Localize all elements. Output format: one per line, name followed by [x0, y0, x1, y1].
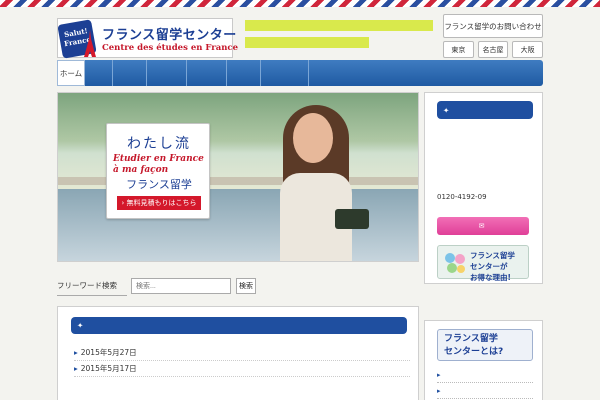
arrow-right-icon: ▸: [437, 386, 441, 395]
bubbles-icon: [445, 253, 465, 273]
sidebar-about-box: フランス留学 センターとは? ▸ ▸ ▸: [424, 320, 543, 400]
about-title: フランス留学 センターとは?: [437, 329, 533, 361]
hero-macaron-box: [335, 209, 369, 229]
hero-script: Etudier en France à ma façon: [113, 154, 204, 175]
about-link[interactable]: ▸: [437, 367, 533, 383]
about-links: ▸ ▸ ▸: [437, 367, 533, 400]
nav-item-3[interactable]: [147, 60, 187, 86]
counseling-button[interactable]: ✉: [437, 217, 529, 235]
search-bar: フリーワード検索 検索: [57, 276, 257, 296]
nav-item-2[interactable]: [113, 60, 147, 86]
page-wrapper: Salut! France フランス留学センター Centre des étud…: [57, 14, 544, 400]
city-button-osaka[interactable]: 大阪: [512, 41, 544, 58]
nav-item-1[interactable]: [85, 60, 113, 86]
news-item[interactable]: ▸ 2015年5月27日: [74, 345, 410, 361]
site-logo[interactable]: Salut! France フランス留学センター Centre des étud…: [57, 18, 238, 59]
logo-name: フランス留学センター: [102, 28, 237, 43]
arrow-right-icon: ▸: [74, 364, 78, 373]
arrow-right-icon: ▸: [437, 370, 441, 379]
search-input[interactable]: [131, 278, 231, 294]
city-buttons: 東京 名古屋 大阪: [443, 41, 544, 58]
hero-title: わたし流: [127, 136, 191, 152]
reasons-banner[interactable]: フランス留学 センターが お得な理由!: [437, 245, 529, 282]
sidebar-heading: ✦: [437, 101, 533, 119]
hero-subtitle: フランス留学: [126, 178, 192, 191]
eiffel-tower-icon: [84, 30, 96, 57]
phone-number[interactable]: 0120-4192-09: [437, 193, 487, 201]
news-list: ▸ 2015年5月27日 ▸ 2015年5月17日: [74, 345, 410, 377]
news-item[interactable]: ▸ 2015年5月17日: [74, 361, 410, 377]
sidebar-consult-box: ✦ 0120-4192-09 ✉ フランス留学 センターが お得な理由!: [424, 92, 543, 284]
header-tagline: [245, 20, 433, 50]
search-button[interactable]: 検索: [236, 278, 256, 294]
search-label: フリーワード検索: [57, 276, 127, 296]
nav-item-0[interactable]: ホーム: [57, 60, 85, 86]
contact-button[interactable]: フランス留学のお問い合わせ: [443, 14, 543, 38]
logo-subtitle: Centre des études en France: [102, 43, 239, 53]
site-header: Salut! France フランス留学センター Centre des étud…: [57, 14, 544, 59]
main-nav: ホーム: [57, 60, 543, 86]
nav-item-5[interactable]: [227, 60, 261, 86]
news-panel: ✦ ▸ 2015年5月27日 ▸ 2015年5月17日: [57, 306, 419, 400]
city-button-nagoya[interactable]: 名古屋: [477, 41, 509, 58]
arrow-right-icon: ▸: [74, 348, 78, 357]
city-button-tokyo[interactable]: 東京: [443, 41, 474, 58]
hero-cta-button[interactable]: › 無料見積もりはこちら: [117, 196, 201, 210]
news-heading: ✦: [71, 317, 407, 334]
tagline-line-2: [245, 37, 369, 48]
about-link[interactable]: ▸: [437, 383, 533, 399]
hero-person-face: [293, 113, 333, 163]
tagline-line-1: [245, 20, 433, 31]
airmail-border: [0, 0, 600, 7]
hero-banner[interactable]: わたし流 Etudier en France à ma façon フランス留学…: [57, 92, 419, 262]
nav-item-4[interactable]: [187, 60, 227, 86]
sparkle-icon: ✦: [77, 321, 84, 330]
reasons-banner-text: フランス留学 センターが お得な理由!: [470, 251, 515, 282]
nav-item-6[interactable]: [261, 60, 309, 86]
hero-card: わたし流 Etudier en France à ma façon フランス留学…: [106, 123, 210, 219]
chat-icon: ✉: [478, 222, 485, 230]
sparkle-icon: ✦: [443, 105, 450, 115]
